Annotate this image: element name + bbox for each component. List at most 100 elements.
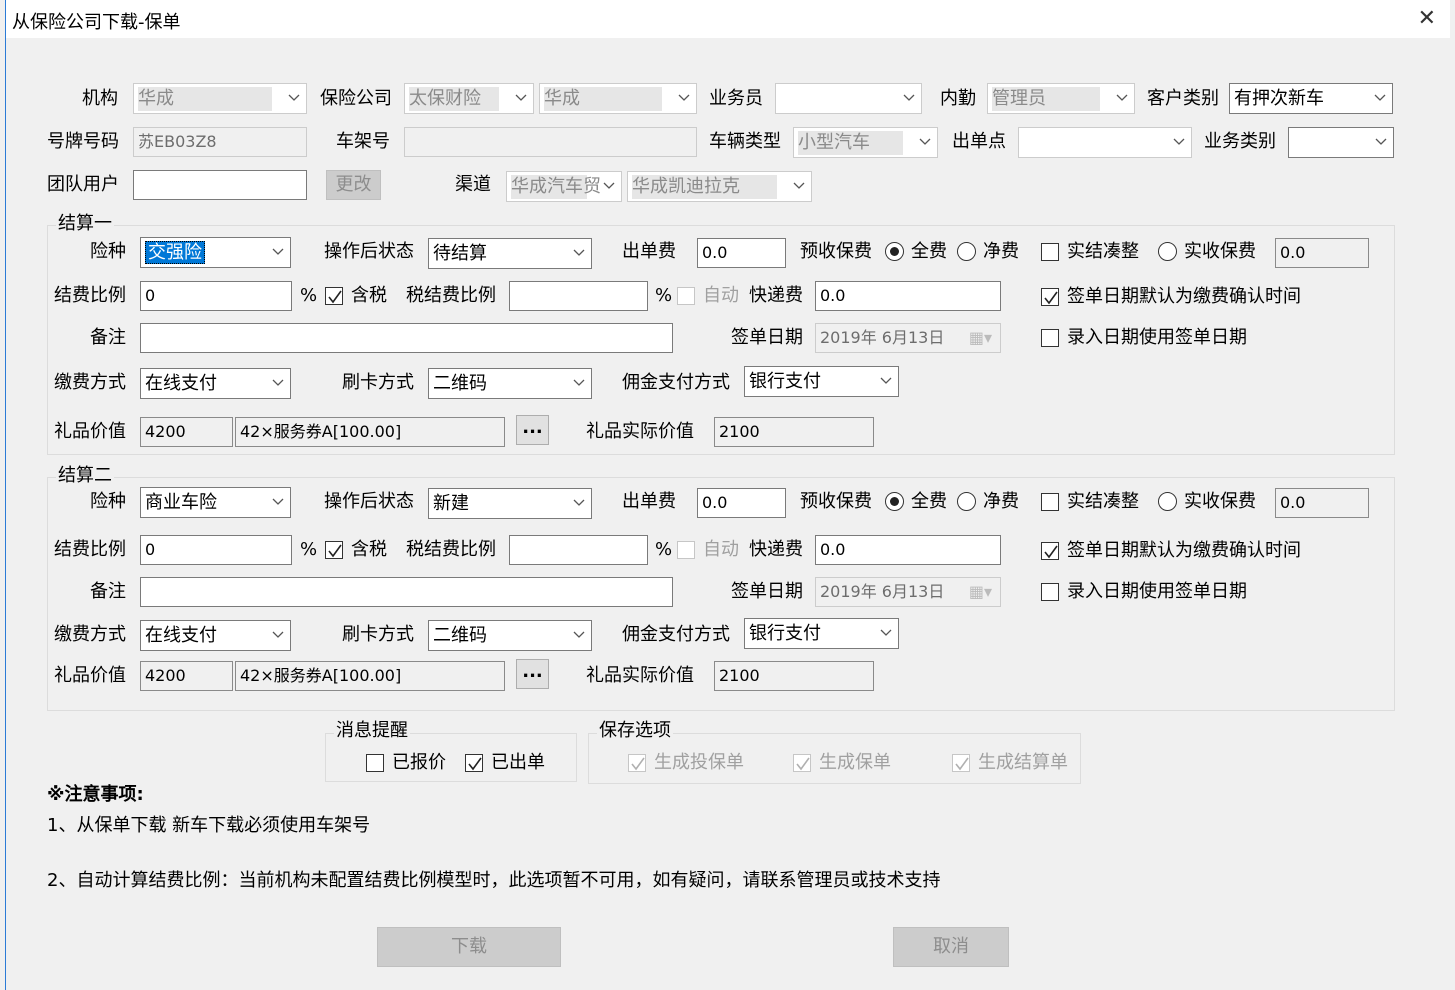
ins-type-combo[interactable]: 商业车险 <box>140 487 291 518</box>
cancel-button[interactable]: 取消 <box>893 927 1009 967</box>
label: 结费比例 <box>54 285 126 306</box>
gift-actual-field[interactable]: 2100 <box>714 417 874 447</box>
org-combo[interactable]: 华成 <box>133 83 307 114</box>
auto-checkbox[interactable]: 自动 <box>677 538 739 562</box>
radio-net[interactable]: 净费 <box>957 240 1019 264</box>
chevron-down-icon <box>288 94 300 101</box>
pay-method-combo-value: 在线支付 <box>145 625 217 646</box>
remark-field[interactable] <box>140 577 673 607</box>
gen-settle-checkbox[interactable]: 生成结算单 <box>952 751 1068 775</box>
radio-full[interactable]: 全费 <box>885 240 947 264</box>
entry-use-sign-checkbox[interactable]: 录入日期使用签单日期 <box>1041 326 1247 350</box>
gift-desc-field[interactable]: 42×服务券A[100.00] <box>235 661 505 691</box>
round-checkbox[interactable]: 实结凑整 <box>1041 240 1139 264</box>
gift-more-button[interactable]: ... <box>516 415 549 445</box>
sign-default-checkbox[interactable]: 签单日期默认为缴费确认时间 <box>1041 539 1301 563</box>
radio-icon <box>885 242 904 261</box>
radio-full-label: 全费 <box>911 491 947 512</box>
commission-method-combo[interactable]: 银行支付 <box>744 618 899 649</box>
entry-use-sign-checkbox[interactable]: 录入日期使用签单日期 <box>1041 580 1247 604</box>
gift-more-button[interactable]: ... <box>516 659 549 689</box>
tax-incl-checkbox[interactable]: 含税 <box>325 284 387 308</box>
sign-default-checkbox[interactable]: 签单日期默认为缴费确认时间 <box>1041 285 1301 309</box>
tax-settle-ratio-field[interactable] <box>509 281 648 311</box>
channel-sub-combo[interactable]: 华成凯迪拉克 <box>627 171 812 202</box>
label: 礼品价值 <box>54 665 126 686</box>
gen-policy-checkbox[interactable]: 生成保单 <box>793 751 891 775</box>
commission-method-combo[interactable]: 银行支付 <box>744 366 899 397</box>
salesman-combo[interactable] <box>775 83 922 114</box>
tax-incl-checkbox[interactable]: 含税 <box>325 538 387 562</box>
insurer-combo[interactable]: 太保财险 <box>404 83 534 114</box>
label: 税结费比例 <box>406 539 496 560</box>
label: 机构 <box>82 88 118 109</box>
pay-method-combo[interactable]: 在线支付 <box>140 620 291 651</box>
checkbox-icon <box>1041 243 1059 261</box>
vehicle-type-combo[interactable]: 小型汽车 <box>793 127 938 158</box>
tax-settle-ratio-field[interactable] <box>509 535 648 565</box>
pay-method-combo[interactable]: 在线支付 <box>140 368 291 399</box>
settle-ratio-field[interactable]: 0 <box>140 535 292 565</box>
gift-value-field[interactable]: 4200 <box>140 417 233 447</box>
label: 车架号 <box>336 131 390 152</box>
download-button[interactable]: 下载 <box>377 927 561 967</box>
label: 缴费方式 <box>54 372 126 393</box>
label: 签单日期 <box>731 327 803 348</box>
sign-date-picker[interactable]: 2019年 6月13日 ▦▾ <box>815 577 1001 607</box>
commission-method-combo-value: 银行支付 <box>749 371 821 392</box>
clerk-combo[interactable]: 管理员 <box>987 83 1135 114</box>
quoted-checkbox[interactable]: 已报价 <box>366 751 446 775</box>
sign-date-picker[interactable]: 2019年 6月13日 ▦▾ <box>815 323 1001 353</box>
card-method-combo[interactable]: 二维码 <box>428 368 592 399</box>
actual-premium-field[interactable]: 0.0 <box>1275 238 1369 268</box>
vin-field[interactable] <box>404 127 697 157</box>
insurer-branch-combo[interactable]: 华成 <box>539 83 697 114</box>
issue-fee-field[interactable]: 0.0 <box>697 238 786 268</box>
biz-type-combo[interactable] <box>1288 127 1394 158</box>
gen-app-checkbox[interactable]: 生成投保单 <box>628 751 744 775</box>
plate-field[interactable]: 苏EB03Z8 <box>133 127 307 157</box>
auto-checkbox[interactable]: 自动 <box>677 284 739 308</box>
label: 操作后状态 <box>324 241 414 262</box>
org-combo-value: 华成 <box>138 87 272 111</box>
label: 佣金支付方式 <box>622 624 730 645</box>
channel-combo[interactable]: 华成汽车贸 <box>506 171 622 202</box>
round-checkbox[interactable]: 实结凑整 <box>1041 490 1139 514</box>
issue-fee-field[interactable]: 0.0 <box>697 488 786 518</box>
customer-type-combo[interactable]: 有押次新车 <box>1229 83 1393 114</box>
card-method-combo[interactable]: 二维码 <box>428 620 592 651</box>
settle-ratio-field[interactable]: 0 <box>140 281 292 311</box>
post-status-combo[interactable]: 待结算 <box>428 238 592 269</box>
label: 快递费 <box>749 539 803 560</box>
gift-value-field[interactable]: 4200 <box>140 661 233 691</box>
ins-type-combo[interactable]: 交强险 <box>140 237 291 268</box>
label: 预收保费 <box>800 491 872 512</box>
close-icon[interactable]: ✕ <box>1418 6 1436 31</box>
change-button[interactable]: 更改 <box>326 170 381 200</box>
actual-premium-field[interactable]: 0.0 <box>1275 488 1369 518</box>
checkbox-icon <box>1041 329 1059 347</box>
issue-point-combo[interactable] <box>1018 127 1192 158</box>
express-fee-field[interactable]: 0.0 <box>815 281 1001 311</box>
radio-net[interactable]: 净费 <box>957 490 1019 514</box>
chevron-down-icon <box>1374 94 1386 101</box>
gift-desc-field[interactable]: 42×服务券A[100.00] <box>235 417 505 447</box>
remark-field[interactable] <box>140 323 673 353</box>
s1-legend: 结算一 <box>56 213 114 235</box>
label: 出单费 <box>622 491 676 512</box>
commission-method-combo-value: 银行支付 <box>749 623 821 644</box>
radio-actual-premium[interactable]: 实收保费 <box>1158 240 1256 264</box>
post-status-combo[interactable]: 新建 <box>428 488 592 519</box>
gift-actual-field[interactable]: 2100 <box>714 661 874 691</box>
team-user-field[interactable] <box>133 170 307 200</box>
radio-actual-premium[interactable]: 实收保费 <box>1158 490 1256 514</box>
express-fee-field[interactable]: 0.0 <box>815 535 1001 565</box>
label: 渠道 <box>455 174 491 195</box>
label: 税结费比例 <box>406 285 496 306</box>
chevron-down-icon <box>515 94 527 101</box>
issued-checkbox[interactable]: 已出单 <box>465 751 545 775</box>
radio-full[interactable]: 全费 <box>885 490 947 514</box>
checkbox-icon <box>1041 583 1059 601</box>
label: 备注 <box>90 327 126 348</box>
label: 出单点 <box>952 131 1006 152</box>
